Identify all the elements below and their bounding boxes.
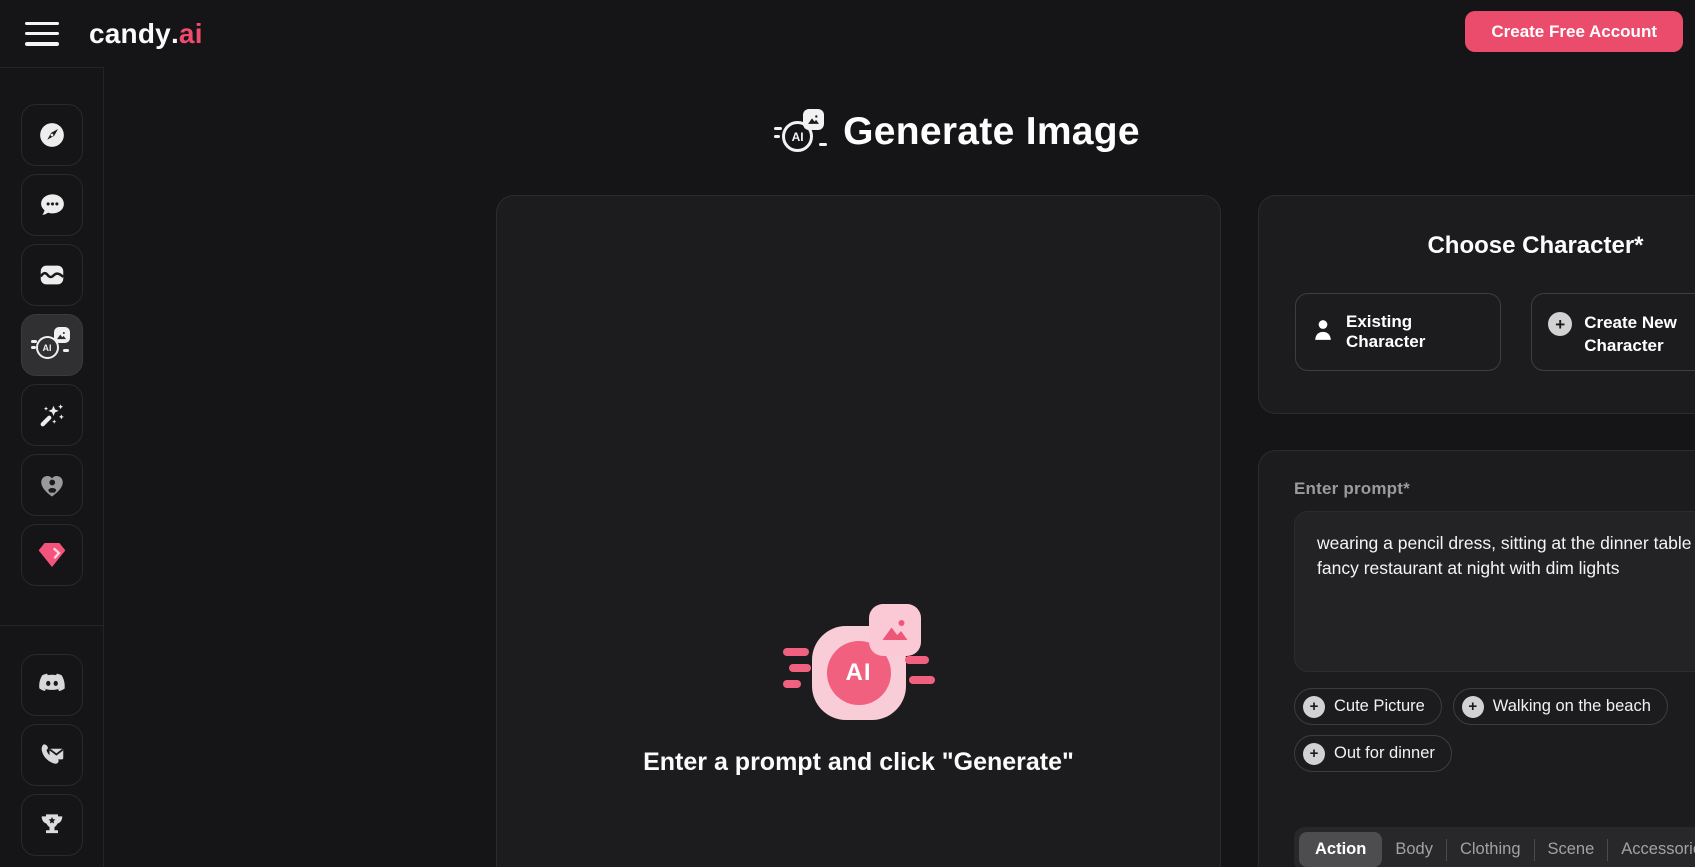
suggestion-chip-cute-picture[interactable]: + Cute Picture bbox=[1294, 688, 1442, 725]
chat-bubble-icon bbox=[37, 190, 67, 220]
existing-character-button[interactable]: Existing Character bbox=[1295, 293, 1502, 371]
ai-image-icon: AI bbox=[774, 109, 828, 155]
sidebar-item-discord[interactable] bbox=[20, 654, 83, 716]
sidebar: AI bbox=[0, 67, 104, 867]
sidebar-item-contact[interactable] bbox=[20, 724, 83, 786]
suggestion-chip-walking-on-the-beach[interactable]: + Walking on the beach bbox=[1452, 688, 1668, 725]
main-content: AI Generate Image AI Enter a prompt and … bbox=[104, 67, 1695, 867]
plus-circle-icon: + bbox=[1461, 695, 1484, 718]
choose-character-heading: Choose Character* bbox=[1427, 232, 1644, 259]
page-title-row: AI Generate Image bbox=[300, 109, 1617, 155]
prompt-panel: Enter prompt* wearing a pencil dress, si… bbox=[1258, 450, 1695, 867]
existing-character-label: Existing Character bbox=[1346, 312, 1426, 351]
create-free-account-button[interactable]: Create Free Account bbox=[1465, 11, 1683, 52]
choose-character-panel: Choose Character* Existing Character + C… bbox=[1258, 195, 1695, 414]
chip-label: Cute Picture bbox=[1334, 697, 1425, 715]
person-icon bbox=[1312, 318, 1334, 347]
trophy-icon bbox=[37, 810, 67, 840]
suggestion-chip-out-for-dinner[interactable]: + Out for dinner bbox=[1294, 735, 1452, 772]
sidebar-item-generate-image[interactable]: AI bbox=[20, 314, 83, 376]
prompt-label: Enter prompt* bbox=[1294, 479, 1410, 498]
create-new-character-label: Create New Character bbox=[1584, 313, 1677, 355]
sidebar-item-chat[interactable] bbox=[20, 174, 83, 236]
logo-text-accent: ai bbox=[178, 17, 203, 49]
tab-body[interactable]: Body bbox=[1382, 832, 1446, 867]
prompt-input[interactable]: wearing a pencil dress, sitting at the d… bbox=[1294, 511, 1695, 672]
sidebar-item-magic-tools[interactable] bbox=[20, 384, 83, 446]
chip-label: Walking on the beach bbox=[1492, 697, 1651, 715]
diamond-icon bbox=[36, 540, 68, 570]
plus-circle-icon: + bbox=[1303, 742, 1325, 765]
tab-scene[interactable]: Scene bbox=[1535, 832, 1608, 867]
prompt-suggestions: + Cute Picture + Walking on the beach + … bbox=[1294, 688, 1695, 772]
app-window: candy. ai Create Free Account AI AI Gene… bbox=[0, 0, 1695, 867]
ai-image-generator-icon: AI bbox=[30, 327, 71, 363]
photo-icon bbox=[37, 260, 67, 290]
sidebar-item-explore[interactable] bbox=[20, 104, 83, 166]
phone-mail-icon bbox=[36, 740, 68, 770]
category-tabbar: Action Body Clothing Scene Accessories V… bbox=[1294, 827, 1695, 867]
chip-label: Out for dinner bbox=[1334, 744, 1435, 762]
plus-circle-icon: + bbox=[1548, 312, 1573, 336]
sidebar-divider bbox=[0, 625, 104, 626]
magic-wand-icon bbox=[37, 400, 67, 430]
hamburger-icon[interactable] bbox=[25, 21, 59, 46]
ai-image-placeholder-icon: AI bbox=[782, 604, 935, 722]
tab-accessories[interactable]: Accessories bbox=[1608, 832, 1695, 867]
tab-action[interactable]: Action bbox=[1299, 832, 1383, 867]
couple-heart-icon bbox=[37, 470, 67, 500]
logo-text-primary: candy bbox=[89, 17, 171, 49]
discord-icon bbox=[36, 672, 68, 698]
tab-clothing[interactable]: Clothing bbox=[1447, 832, 1534, 867]
compass-icon bbox=[37, 120, 67, 150]
logo[interactable]: candy. ai bbox=[89, 18, 203, 50]
preview-placeholder-text: Enter a prompt and click "Generate" bbox=[643, 748, 1074, 776]
page-title: Generate Image bbox=[843, 110, 1140, 153]
image-preview-panel: AI Enter a prompt and click "Generate" bbox=[496, 195, 1221, 867]
sidebar-item-gallery[interactable] bbox=[20, 244, 83, 306]
sidebar-item-rewards[interactable] bbox=[20, 794, 83, 856]
plus-circle-icon: + bbox=[1303, 695, 1325, 718]
sidebar-item-companion[interactable] bbox=[20, 454, 83, 516]
sidebar-item-premium[interactable] bbox=[20, 524, 83, 586]
top-bar: candy. ai Create Free Account bbox=[0, 0, 1695, 67]
logo-dot: . bbox=[170, 17, 179, 49]
create-new-character-button[interactable]: + Create New Character bbox=[1531, 293, 1695, 371]
